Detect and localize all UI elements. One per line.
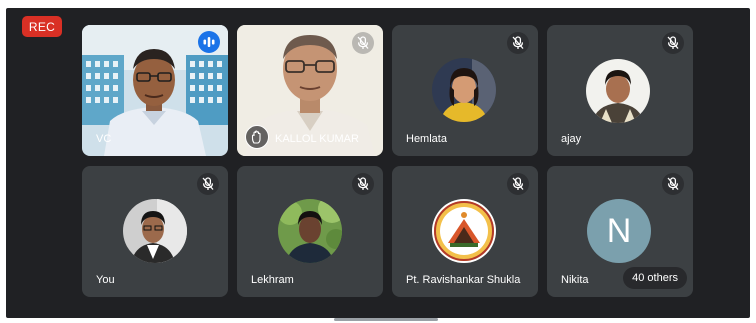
avatar [432, 58, 496, 122]
participant-tile-you[interactable]: You [82, 166, 228, 297]
participant-tile-hemlata[interactable]: Hemlata [392, 25, 538, 156]
participant-name: You [96, 274, 115, 286]
participant-name: Nikita [561, 274, 589, 286]
participant-tile-ajay[interactable]: ajay [547, 25, 693, 156]
home-indicator[interactable] [334, 318, 438, 321]
mic-off-icon [197, 173, 219, 195]
others-button[interactable]: 40 others [623, 267, 687, 289]
mic-off-icon [352, 32, 374, 54]
university-logo [432, 199, 496, 263]
participant-name: Hemlata [406, 133, 447, 145]
avatar [123, 199, 187, 263]
participant-tile-nikita[interactable]: N Nikita 40 others [547, 166, 693, 297]
participant-name: ajay [561, 133, 582, 145]
participant-name: Pt. Ravishankar Shukla [406, 274, 521, 286]
participant-name: VC [96, 133, 112, 145]
meeting-screen: REC VC KALLOL KUMAR Hemlata ajay You Lek… [6, 8, 750, 318]
participant-name: KALLOL KUMAR [275, 133, 359, 145]
raised-hand-icon [245, 125, 269, 149]
participant-tile-vc[interactable]: VC [82, 25, 228, 156]
letter-avatar: N [587, 199, 651, 263]
participant-name: Lekhram [251, 274, 294, 286]
participant-tile-kallol-kumar[interactable]: KALLOL KUMAR [237, 25, 383, 156]
mic-off-icon [662, 32, 684, 54]
avatar [586, 59, 650, 123]
avatar [278, 199, 342, 263]
participant-tile-pt-ravishankar-shukla[interactable]: Pt. Ravishankar Shukla [392, 166, 538, 297]
participant-tile-lekhram[interactable]: Lekhram [237, 166, 383, 297]
speaking-indicator-icon [198, 31, 220, 53]
mic-off-icon [507, 173, 529, 195]
recording-badge: REC [22, 16, 62, 37]
mic-off-icon [352, 173, 374, 195]
mic-off-icon [507, 32, 529, 54]
mic-off-icon [662, 173, 684, 195]
